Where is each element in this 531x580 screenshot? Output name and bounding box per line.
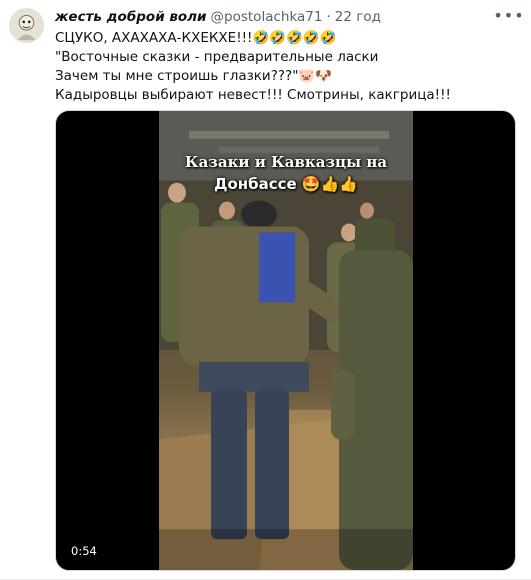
tweet-timestamp[interactable]: 22 год xyxy=(335,9,381,25)
video-frame[interactable]: Казаки и Кавказцы на Донбассе 🤩👍👍 xyxy=(159,111,413,570)
video-caption-overlay: Казаки и Кавказцы на Донбассе 🤩👍👍 xyxy=(159,151,413,195)
overlay-line: Казаки и Кавказцы на xyxy=(184,153,388,171)
display-name[interactable]: жесть доброй воли xyxy=(55,9,207,25)
video-player[interactable]: Казаки и Кавказцы на Донбассе 🤩👍👍 0:54 xyxy=(55,110,516,571)
tweet-text: СЦУКО, АХАХАХА-КХЕКХЕ!!!🤣🤣🤣🤣🤣 "Восточные… xyxy=(55,29,513,105)
user-handle[interactable]: @postolachka71 xyxy=(211,9,323,25)
tweet-text-line: "Восточные сказки - предварительные ласк… xyxy=(55,49,379,65)
tweet-text-line: Кадыровцы выбирают невест!!! Смотрины, к… xyxy=(55,87,451,103)
avatar-image xyxy=(10,9,43,42)
header-separator: · xyxy=(326,9,331,25)
tweet-text-line: Зачем ты мне строишь глазки???"🐷🐶 xyxy=(55,68,333,84)
video-duration-badge: 0:54 xyxy=(66,543,102,560)
overlay-line: Донбассе 🤩👍👍 xyxy=(214,175,358,193)
more-options-button[interactable]: ••• xyxy=(493,6,523,25)
tweet-header: жесть доброй воли @postolachka71 · 22 го… xyxy=(55,8,491,26)
tweet-text-line: СЦУКО, АХАХАХА-КХЕКХЕ!!!🤣🤣🤣🤣🤣 xyxy=(55,30,337,46)
tweet-card[interactable]: жесть доброй воли @postolachka71 · 22 го… xyxy=(0,0,531,580)
more-icon: ••• xyxy=(493,5,525,25)
user-avatar[interactable] xyxy=(9,8,44,43)
